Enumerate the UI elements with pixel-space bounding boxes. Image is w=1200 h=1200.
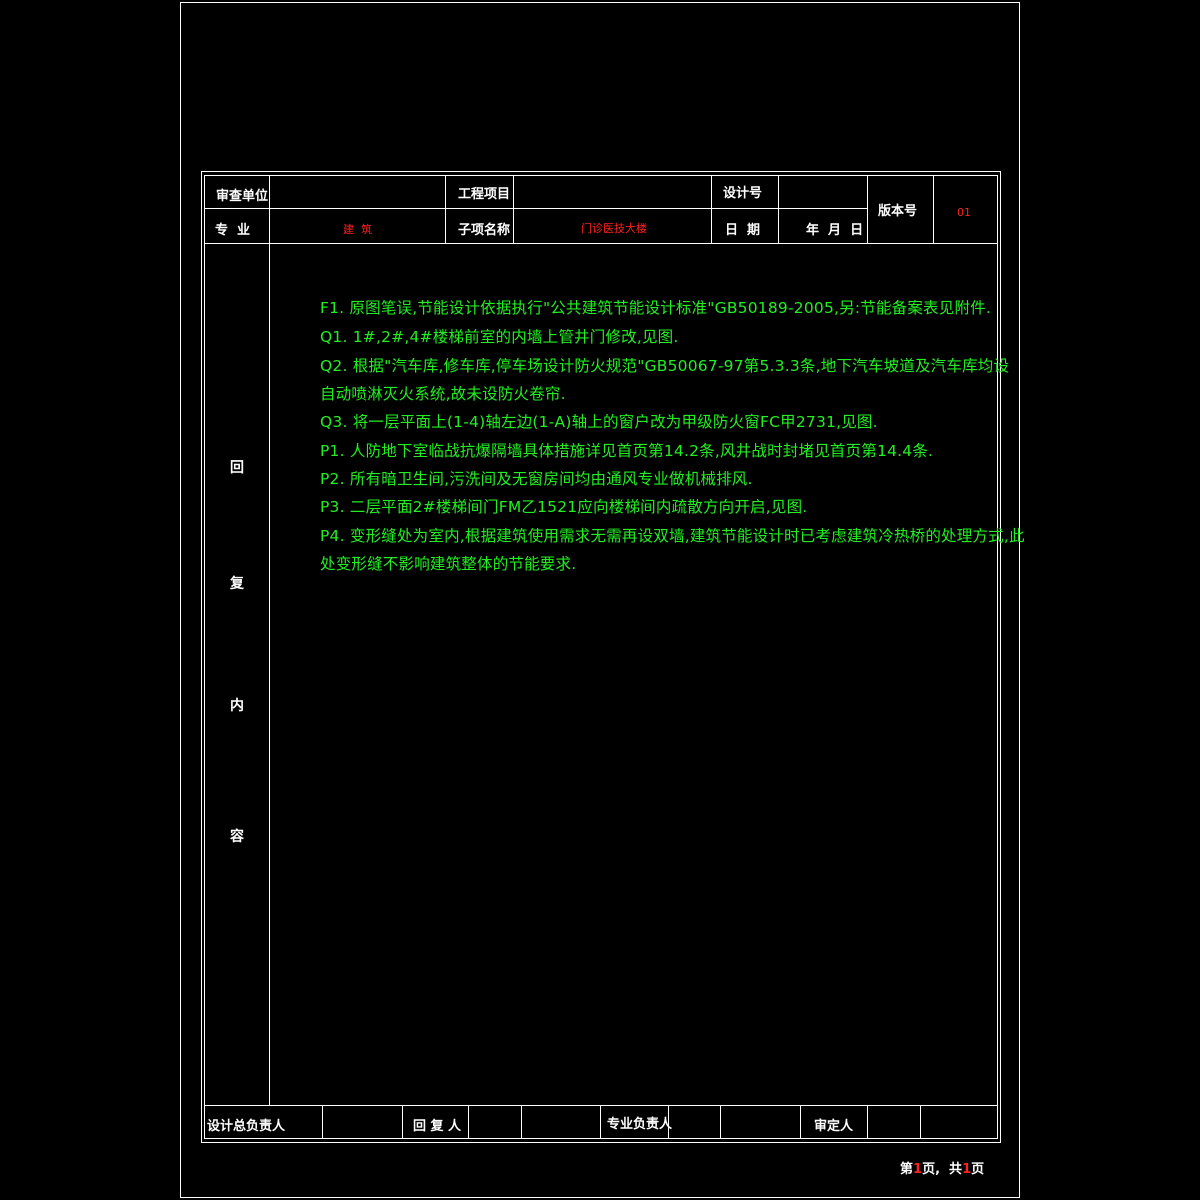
content-line: Q1. 1#,2#,4#楼梯前室的内墙上管井门修改,见图. bbox=[320, 328, 679, 346]
content-line: P3. 二层平面2#楼梯间门FM乙1521应向楼梯间内疏散方向开启,见图. bbox=[320, 498, 808, 516]
page-current: 1 bbox=[913, 1162, 923, 1177]
date-value: 年 月 日 bbox=[806, 223, 864, 238]
design-no-label: 设计号 bbox=[723, 186, 763, 201]
project-label: 工程项目 bbox=[458, 187, 511, 202]
side-label-char: 回 bbox=[230, 460, 244, 476]
header-col-6 bbox=[867, 175, 868, 243]
content-line: P1. 人防地下室临战抗爆隔墙具体措施详见首页第14.2条,风井战时封堵见首页第… bbox=[320, 442, 934, 460]
header-bottom-line bbox=[204, 243, 998, 244]
content-line: Q3. 将一层平面上(1-4)轴左边(1-A)轴上的窗户改为甲级防火窗FC甲27… bbox=[320, 413, 878, 431]
content-line: P2. 所有暗卫生间,污洗间及无窗房间均由通风专业做机械排风. bbox=[320, 470, 753, 488]
footer-top-line bbox=[204, 1105, 998, 1106]
discipline-label: 专 业 bbox=[215, 223, 251, 238]
footer-col-10 bbox=[920, 1105, 921, 1139]
footer-col-7 bbox=[720, 1105, 721, 1139]
design-lead-label: 设计总负责人 bbox=[207, 1119, 286, 1134]
footer-col-4 bbox=[521, 1105, 522, 1139]
header-col-7 bbox=[933, 175, 934, 243]
version-value: 01 bbox=[957, 206, 971, 219]
reply-person-label: 回 复 人 bbox=[413, 1119, 462, 1134]
page-counter: 第1页, 共1页 bbox=[900, 1158, 984, 1177]
content-line: P4. 变形缝处为室内,根据建筑使用需求无需再设双墙,建筑节能设计时已考虑建筑冷… bbox=[320, 527, 1025, 545]
side-label-char: 复 bbox=[230, 576, 244, 592]
footer-col-1 bbox=[322, 1105, 323, 1139]
footer-col-2 bbox=[402, 1105, 403, 1139]
header-col-4 bbox=[711, 175, 712, 243]
discipline-value: 建 筑 bbox=[343, 223, 372, 236]
discipline-lead-label: 专业负责人 bbox=[607, 1117, 673, 1132]
subproject-label: 子项名称 bbox=[458, 223, 511, 238]
side-label-char: 容 bbox=[230, 829, 244, 845]
page-prefix: 第 bbox=[900, 1162, 914, 1177]
page-total: 1 bbox=[962, 1162, 972, 1177]
form-inner-frame bbox=[204, 175, 998, 1139]
review-unit-label: 审查单位 bbox=[216, 189, 269, 204]
subproject-value: 门诊医技大楼 bbox=[581, 222, 647, 235]
content-line: Q2. 根据"汽车库,修车库,停车场设计防火规范"GB50067-97第5.3.… bbox=[320, 357, 1010, 375]
version-label: 版本号 bbox=[878, 204, 918, 219]
footer-col-9 bbox=[867, 1105, 868, 1139]
footer-col-5 bbox=[600, 1105, 601, 1139]
header-col-3 bbox=[513, 175, 514, 243]
footer-col-8 bbox=[800, 1105, 801, 1139]
page-mid: 页, 共 bbox=[922, 1162, 963, 1177]
side-label-char: 内 bbox=[230, 698, 244, 714]
content-line: 自动喷淋灭火系统,故未设防火卷帘. bbox=[320, 385, 566, 403]
date-label: 日 期 bbox=[725, 223, 761, 238]
page-suffix: 页 bbox=[971, 1162, 985, 1177]
footer-col-3 bbox=[468, 1105, 469, 1139]
header-col-2 bbox=[445, 175, 446, 243]
content-line: 处变形缝不影响建筑整体的节能要求. bbox=[320, 555, 577, 573]
content-line: F1. 原图笔误,节能设计依据执行"公共建筑节能设计标准"GB50189-200… bbox=[320, 299, 991, 317]
header-col-5 bbox=[778, 175, 779, 243]
header-col-1 bbox=[269, 175, 270, 1105]
header-row-divider bbox=[204, 208, 867, 209]
approver-label: 审定人 bbox=[814, 1119, 854, 1134]
